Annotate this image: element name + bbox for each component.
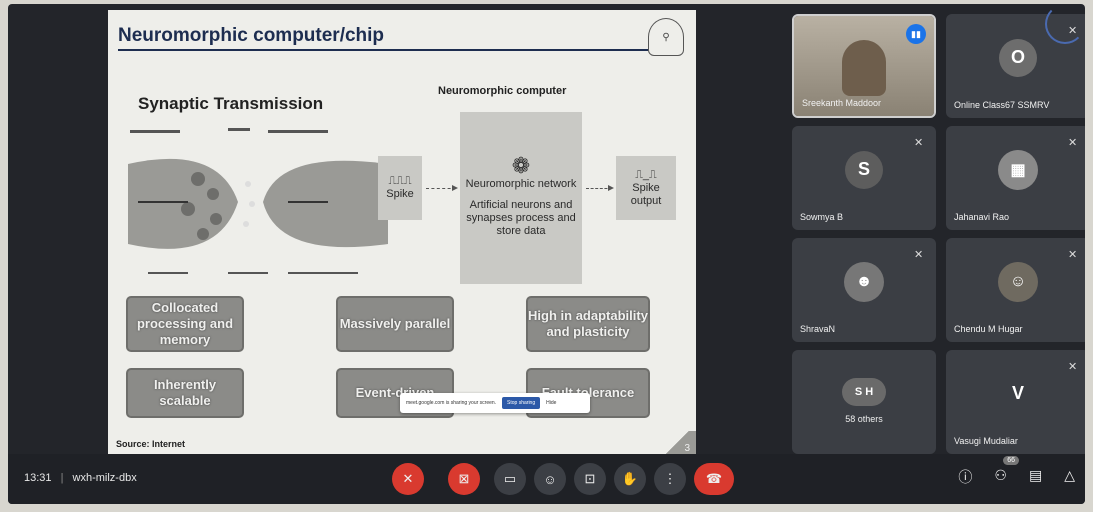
avatar: V: [1011, 383, 1024, 404]
captions-button[interactable]: ▭: [494, 463, 526, 495]
network-description: Artificial neurons and synapses process …: [466, 198, 576, 237]
mic-off-button[interactable]: ✕: [392, 463, 424, 495]
emoji-button[interactable]: ☺: [534, 463, 566, 495]
people-icon[interactable]: ⚇: [994, 467, 1007, 487]
avatar: ☻: [844, 261, 884, 302]
more-options-button[interactable]: ⋮: [654, 463, 686, 495]
mic-off-icon: ✕: [1068, 137, 1078, 149]
stamp-mark: [1045, 4, 1085, 44]
info-icon[interactable]: ⓘ: [958, 467, 972, 487]
participant-name: Sreekanth Maddoor: [802, 98, 882, 108]
camera-off-button[interactable]: ⊠: [448, 463, 480, 495]
feature-scalable: Inherently scalable: [126, 368, 244, 418]
participants-overflow-tile[interactable]: S H 58 others: [792, 350, 936, 454]
emoji-icon: ☺: [543, 471, 557, 487]
hide-button[interactable]: Hide: [546, 400, 556, 406]
mic-off-icon: ✕: [402, 471, 414, 486]
spike-output-box: ⎍_⎍ Spike output: [616, 156, 676, 220]
avatar: O: [999, 38, 1037, 77]
avatar: ▦: [998, 149, 1038, 190]
present-button[interactable]: ⊡: [574, 463, 606, 495]
stop-sharing-button[interactable]: Stop sharing: [502, 397, 541, 409]
feature-adaptability: High in adaptability and plasticity: [526, 296, 650, 352]
synaptic-title: Synaptic Transmission: [138, 94, 324, 113]
participant-tile[interactable]: ▮▮ Sreekanth Maddoor: [792, 14, 936, 118]
participant-tile[interactable]: ✕ ☻ ShravaN: [792, 238, 936, 342]
output-label: Spike output: [630, 181, 662, 207]
participant-tile[interactable]: ✕ S Sowmya B: [792, 126, 936, 230]
meeting-info: 13:31 | wxh-milz-dbx: [24, 472, 137, 484]
source-note: Source: Internet: [116, 439, 186, 449]
avatar-group: S H: [842, 377, 886, 406]
institute-logo: ⚲: [648, 18, 684, 56]
activities-icon[interactable]: △: [1064, 467, 1075, 487]
participant-name: ShravaN: [800, 324, 836, 334]
meet-window: Neuromorphic computer/chip ⚲ Synaptic Tr…: [8, 4, 1085, 504]
brain-icon: ❁: [511, 152, 531, 178]
mic-off-icon: ✕: [914, 137, 924, 149]
neuromorphic-network-box: ❁ Neuromorphic network Artificial neuron…: [460, 112, 582, 284]
participant-name: Online Class67 SSMRV: [954, 100, 1050, 110]
raise-hand-button[interactable]: ✋: [614, 463, 646, 495]
leave-call-button[interactable]: ☎: [694, 463, 734, 495]
more-vert-icon: ⋮: [663, 471, 677, 486]
mic-off-icon: ✕: [914, 249, 924, 261]
avatar: S: [845, 150, 883, 189]
avatar: ☺: [998, 261, 1038, 302]
participant-count-badge: 66: [1003, 456, 1019, 465]
arrow-to-network: [426, 185, 458, 191]
participant-name: Chendu M Hugar: [954, 324, 1023, 334]
neuromorphic-title: Neuromorphic computer: [438, 85, 567, 97]
phone-hangup-icon: ☎: [705, 471, 723, 486]
camera-off-icon: ⊠: [458, 471, 470, 486]
screen-share-banner: meet.google.com is sharing your screen. …: [400, 393, 590, 413]
synapse-diagram: [128, 128, 388, 274]
participant-name: Sowmya B: [800, 212, 844, 222]
participant-tile[interactable]: ✕ ▦ Jahanavi Rao: [946, 126, 1085, 230]
feature-collocated: Collocated processing and memory: [126, 296, 244, 352]
presentation-slide: Neuromorphic computer/chip ⚲ Synaptic Tr…: [108, 10, 696, 457]
info-separator: |: [60, 472, 64, 484]
spike-label: Spike: [386, 188, 414, 200]
participant-name: Jahanavi Rao: [954, 212, 1010, 222]
spike-wave-icon: ⎍⎍⎍: [388, 175, 412, 187]
spike-input-box: ⎍⎍⎍ Spike: [378, 156, 422, 220]
mic-off-icon: ✕: [1068, 249, 1078, 261]
participant-tile[interactable]: ✕ V Vasugi Mudaliar: [946, 350, 1085, 454]
participant-tile[interactable]: ✕ ☺ Chendu M Hugar: [946, 238, 1085, 342]
others-count: 58 others: [845, 414, 883, 424]
right-controls: ⓘ ⚇ ▤ △: [958, 467, 1075, 487]
meeting-code: wxh-milz-dbx: [72, 472, 137, 484]
title-rule: [118, 49, 648, 51]
speaking-indicator-icon: ▮▮: [906, 24, 926, 44]
captions-icon: ▭: [503, 471, 517, 486]
mic-off-icon: ✕: [1068, 361, 1078, 373]
speaker-video-figure: [842, 40, 886, 96]
output-wave-icon: ⎍_⎍: [635, 168, 657, 181]
feature-parallel: Massively parallel: [336, 296, 454, 352]
meeting-control-bar: 13:31 | wxh-milz-dbx ✕ ⊠ ▭ ☺ ⊡ ✋ ⋮ ☎ 66 …: [8, 454, 1085, 504]
network-label: Neuromorphic network: [465, 177, 577, 190]
present-icon: ⊡: [584, 471, 596, 486]
slide-title: Neuromorphic computer/chip: [118, 25, 385, 46]
participant-name: Vasugi Mudaliar: [954, 436, 1018, 446]
arrow-to-output: [586, 185, 614, 191]
meeting-time: 13:31: [24, 472, 52, 484]
raise-hand-icon: ✋: [621, 471, 639, 486]
share-message: meet.google.com is sharing your screen.: [406, 400, 497, 406]
chat-icon[interactable]: ▤: [1029, 467, 1042, 487]
